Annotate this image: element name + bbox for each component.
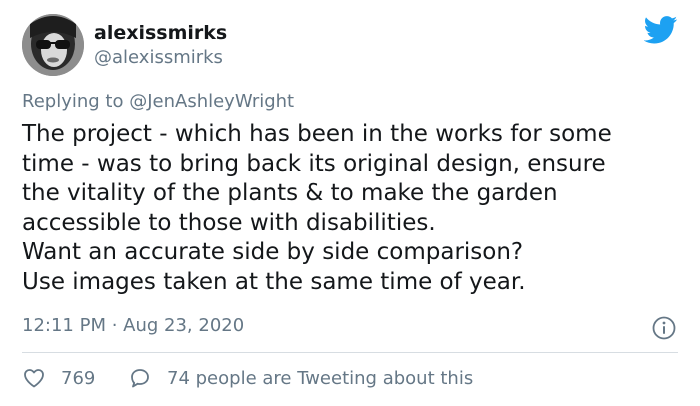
like-button[interactable]: 769 <box>22 366 95 390</box>
divider <box>22 352 678 353</box>
tweet-text-line: Want an accurate side by side comparison… <box>22 239 524 265</box>
tweeting-about-link[interactable]: 74 people are Tweeting about this <box>128 366 473 390</box>
tweet-text-line: The project - which has been in the work… <box>22 121 612 147</box>
info-icon[interactable] <box>651 315 677 341</box>
replying-to-mention[interactable]: @JenAshleyWright <box>129 91 294 112</box>
replying-to: Replying to @JenAshleyWright <box>22 91 294 112</box>
replying-to-prefix: Replying to <box>22 91 124 112</box>
tweet-text-line: Use images taken at the same time of yea… <box>22 268 526 295</box>
speech-bubble-icon <box>131 369 149 388</box>
author-display-name[interactable]: alexissmirks <box>94 22 227 44</box>
tweet-text-line: accessible to those with disabilities. <box>22 209 436 236</box>
twitter-bird-icon[interactable] <box>644 16 678 44</box>
tweet-timestamp[interactable]: 12:11 PM · Aug 23, 2020 <box>22 315 244 336</box>
heart-icon <box>24 369 44 388</box>
tweet-text-line: the vitality of the plants & to make the… <box>22 180 558 206</box>
author-handle[interactable]: @alexissmirks <box>94 47 223 68</box>
tweet-text-line: time - was to bring back its original de… <box>22 150 606 177</box>
tweet-text: The project - which has been in the work… <box>22 120 682 297</box>
avatar[interactable] <box>22 14 84 76</box>
like-count: 769 <box>61 367 96 389</box>
tweeting-about-text: 74 people are Tweeting about this <box>167 367 474 389</box>
